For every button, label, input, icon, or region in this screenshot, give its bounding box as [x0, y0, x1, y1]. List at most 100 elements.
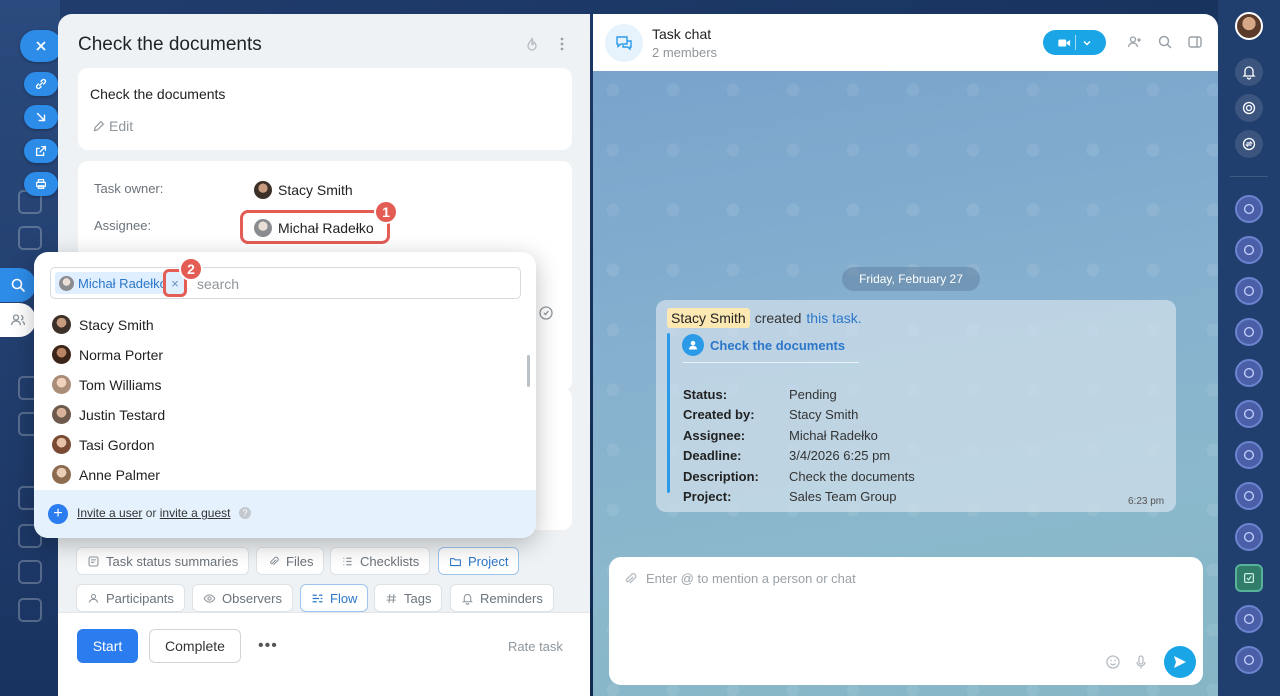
open-new-window-button[interactable]: [24, 139, 58, 163]
edit-description-button[interactable]: Edit: [92, 118, 133, 134]
copilot-icon: [1243, 285, 1255, 297]
rail-chat-item[interactable]: [1235, 605, 1263, 633]
rail-chat-item[interactable]: [1235, 482, 1263, 510]
message-composer[interactable]: Enter @ to mention a person or chat: [609, 557, 1203, 685]
rate-task-link[interactable]: Rate task: [508, 639, 563, 654]
microphone-icon[interactable]: [1133, 654, 1149, 670]
user-option[interactable]: Justin Testard: [52, 405, 165, 424]
open-lines-button[interactable]: [1235, 130, 1263, 158]
right-rail: [1218, 0, 1280, 696]
checkbox-icon: [1244, 573, 1254, 583]
video-call-button[interactable]: [1043, 30, 1106, 55]
history-icon[interactable]: [538, 305, 554, 321]
message-task-link[interactable]: this task.: [806, 310, 861, 326]
avatar: [52, 465, 71, 484]
checklist-icon: [343, 557, 352, 565]
message-author[interactable]: Stacy Smith: [667, 308, 750, 328]
detail-label: Deadline:: [683, 448, 742, 463]
emoji-icon[interactable]: [1105, 654, 1121, 670]
avatar: [59, 275, 74, 291]
rail-chat-item[interactable]: [1235, 646, 1263, 674]
user-option[interactable]: Tom Williams: [52, 375, 161, 394]
sidebar-search-button[interactable]: [0, 268, 36, 302]
complete-button[interactable]: Complete: [149, 629, 241, 663]
system-message: Stacy Smith created this task. Check the…: [656, 300, 1176, 512]
chip-flow[interactable]: Flow: [300, 584, 369, 612]
rail-chat-item[interactable]: [1235, 359, 1263, 387]
selected-user-chip: Michał Radełko: [55, 272, 167, 294]
chip-participants[interactable]: Participants: [76, 584, 185, 612]
minimize-button[interactable]: [24, 105, 58, 129]
sidebar-toggle-icon[interactable]: [1187, 34, 1203, 50]
user-option[interactable]: Anne Palmer: [52, 465, 160, 484]
rail-chat-item[interactable]: [1235, 400, 1263, 428]
chip-label: Tags: [404, 590, 432, 606]
paperclip-icon[interactable]: [622, 571, 638, 587]
copilot-button[interactable]: [1235, 94, 1263, 122]
avatar: [52, 315, 71, 334]
task-card-link[interactable]: Check the documents: [682, 334, 845, 356]
chip-task-status-summaries[interactable]: Task status summaries: [76, 547, 250, 575]
user-option[interactable]: Stacy Smith: [52, 315, 154, 334]
invite-guest-link[interactable]: invite a guest: [160, 506, 231, 520]
pencil-icon: [93, 120, 105, 131]
assignee-label: Assignee:: [94, 218, 152, 233]
notifications-button[interactable]: [1235, 58, 1263, 86]
bell-icon: [462, 593, 473, 605]
scrollbar[interactable]: [527, 355, 530, 387]
people-icon: [10, 314, 26, 326]
user-avatar[interactable]: [1235, 12, 1263, 40]
send-button[interactable]: [1164, 646, 1196, 678]
chip-observers[interactable]: Observers: [192, 584, 293, 612]
copy-link-button[interactable]: [24, 72, 58, 96]
flame-icon[interactable]: [524, 36, 540, 52]
detail-label: Assignee:: [683, 428, 746, 443]
rail-task-item[interactable]: [1235, 564, 1263, 592]
search-icon[interactable]: [1157, 34, 1173, 50]
description-card: Check the documents Edit: [78, 68, 572, 150]
copilot-icon: [1243, 203, 1255, 215]
user-option[interactable]: Tasi Gordon: [52, 435, 154, 454]
rail-chat-item[interactable]: [1235, 236, 1263, 264]
print-button[interactable]: [24, 172, 58, 196]
help-icon[interactable]: ?: [239, 507, 251, 519]
user-option[interactable]: Norma Porter: [52, 345, 163, 364]
owner-person[interactable]: Stacy Smith: [254, 181, 353, 199]
date-divider: Friday, February 27: [842, 267, 980, 291]
close-slider-button[interactable]: [20, 30, 62, 62]
owner-name: Stacy Smith: [278, 182, 353, 198]
chip-tags[interactable]: Tags: [374, 584, 443, 612]
avatar: [52, 375, 71, 394]
send-icon: [1174, 656, 1186, 668]
more-vertical-icon[interactable]: [554, 36, 570, 52]
rail-chat-item[interactable]: [1235, 318, 1263, 346]
chip-checklists[interactable]: Checklists: [330, 547, 431, 575]
summary-icon: [88, 556, 99, 566]
search-input[interactable]: search: [197, 276, 239, 292]
assignee-highlight: [240, 210, 390, 244]
chat-members[interactable]: 2 members: [652, 45, 717, 60]
message-input[interactable]: Enter @ to mention a person or chat: [646, 571, 856, 586]
detail-label: Description:: [683, 469, 759, 484]
chip-reminders[interactable]: Reminders: [450, 584, 554, 612]
chip-project[interactable]: Project: [438, 547, 520, 575]
copilot-icon: [1243, 326, 1255, 338]
plus-icon[interactable]: +: [48, 504, 68, 524]
user-search-field[interactable]: Michał Radełko × search: [50, 267, 521, 299]
add-user-icon[interactable]: [1126, 34, 1142, 50]
callout-badge: 2: [179, 257, 203, 281]
rail-chat-item[interactable]: [1235, 441, 1263, 469]
chip-files[interactable]: Files: [256, 547, 325, 575]
rail-chat-item[interactable]: [1235, 277, 1263, 305]
rail-chat-item[interactable]: [1235, 195, 1263, 223]
paperclip-icon: [270, 556, 279, 565]
chip-label: Task status summaries: [106, 553, 239, 569]
invite-user-link[interactable]: Invite a user: [77, 506, 142, 520]
rail-chat-item[interactable]: [1235, 523, 1263, 551]
copilot-icon: [1243, 613, 1255, 625]
more-actions-button[interactable]: •••: [258, 637, 278, 655]
message-time: 6:23 pm: [1128, 496, 1165, 507]
start-button[interactable]: Start: [77, 629, 138, 663]
detail-label: Status:: [683, 387, 728, 402]
sidebar-contacts-button[interactable]: [0, 303, 36, 337]
